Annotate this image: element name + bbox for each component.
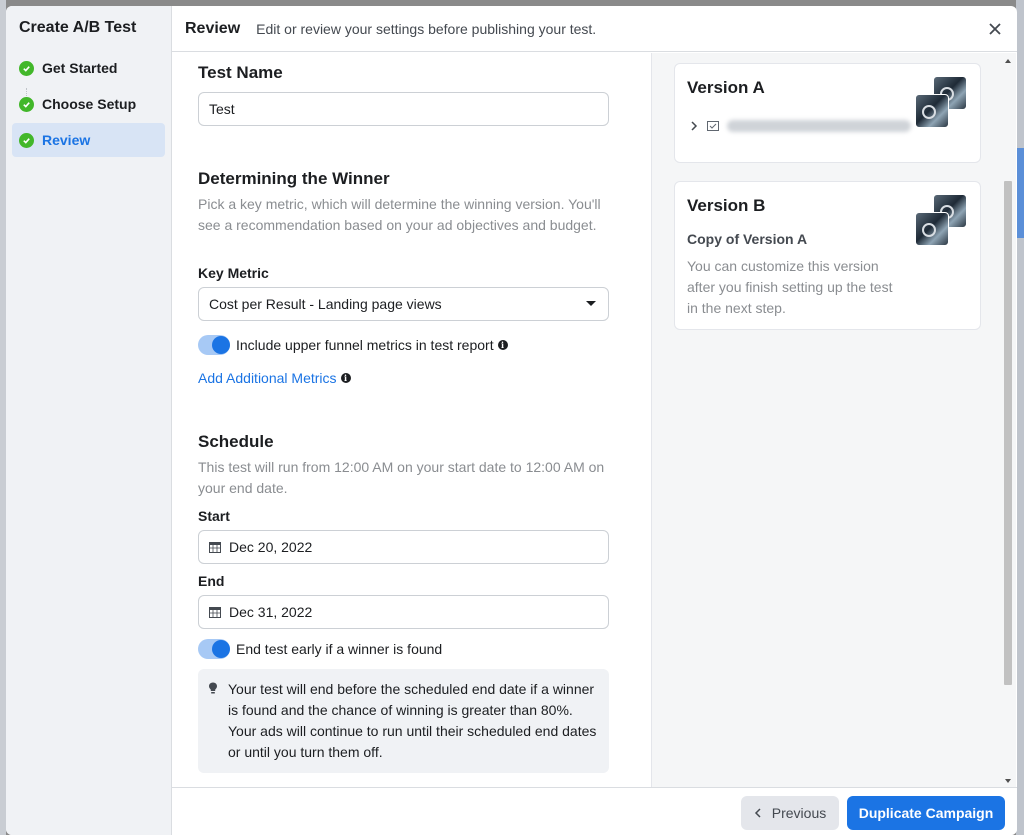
check-circle-icon bbox=[19, 60, 34, 76]
start-date-input[interactable]: Dec 20, 2022 bbox=[198, 530, 609, 564]
info-icon[interactable]: i bbox=[340, 373, 351, 383]
caret-down-icon bbox=[586, 301, 596, 306]
versions-panel: Version A Version B Copy of Version A Yo… bbox=[651, 53, 1016, 787]
schedule-description: This test will run from 12:00 AM on your… bbox=[198, 459, 605, 496]
step-choose-setup[interactable]: Choose Setup bbox=[12, 87, 165, 121]
calendar-icon bbox=[209, 607, 221, 618]
previous-label: Previous bbox=[771, 805, 827, 821]
tip-box: Your test will end before the scheduled … bbox=[198, 669, 609, 773]
upper-funnel-toggle[interactable] bbox=[198, 335, 230, 355]
add-metrics-link-row: Add Additional Metrics i bbox=[198, 370, 351, 386]
scroll-down-icon[interactable] bbox=[1004, 777, 1012, 785]
redacted-ad-name bbox=[727, 120, 911, 132]
modal-header: Review Edit or review your settings befo… bbox=[172, 6, 1017, 52]
lightbulb-icon bbox=[209, 682, 217, 694]
scroll-thumb[interactable] bbox=[1004, 181, 1012, 685]
version-b-card[interactable]: Version B Copy of Version A You can cust… bbox=[674, 181, 981, 330]
step-label: Choose Setup bbox=[42, 96, 137, 112]
ad-thumbnails bbox=[915, 76, 967, 128]
end-early-label: End test early if a winner is found bbox=[236, 641, 443, 657]
sidebar-title: Create A/B Test bbox=[19, 19, 137, 36]
add-additional-metrics-link[interactable]: Add Additional Metrics bbox=[198, 370, 337, 386]
schedule-title: Schedule bbox=[198, 432, 274, 451]
key-metric-select[interactable]: Cost per Result - Landing page views bbox=[198, 287, 609, 321]
end-date-value: Dec 31, 2022 bbox=[229, 604, 313, 620]
scrollbar[interactable] bbox=[1002, 53, 1014, 787]
test-name-title: Test Name bbox=[198, 63, 283, 82]
step-review[interactable]: Review bbox=[12, 123, 165, 157]
chevron-left-icon bbox=[754, 808, 761, 818]
winner-description: Pick a key metric, which will determine … bbox=[198, 196, 601, 233]
key-metric-label: Key Metric bbox=[198, 265, 269, 281]
tip-text: Your test will end before the scheduled … bbox=[228, 681, 597, 760]
version-b-subtitle: Copy of Version A bbox=[687, 231, 808, 247]
info-icon[interactable]: i bbox=[497, 340, 508, 350]
version-b-description: You can customize this version after you… bbox=[687, 258, 893, 316]
step-label: Get Started bbox=[42, 60, 118, 76]
page-title: Review bbox=[185, 19, 241, 37]
duplicate-campaign-button[interactable]: Duplicate Campaign bbox=[847, 796, 1005, 830]
end-early-toggle[interactable] bbox=[198, 639, 230, 659]
version-a-title: Version A bbox=[687, 78, 765, 97]
step-label: Review bbox=[42, 132, 91, 148]
key-metric-value: Cost per Result - Landing page views bbox=[209, 296, 442, 312]
duplicate-campaign-label: Duplicate Campaign bbox=[858, 805, 994, 821]
asset-row[interactable] bbox=[689, 120, 911, 132]
version-a-card[interactable]: Version A bbox=[674, 63, 981, 163]
test-name-input[interactable]: Test bbox=[198, 92, 609, 126]
upper-funnel-label: Include upper funnel metrics in test rep… bbox=[236, 337, 494, 353]
check-circle-icon bbox=[19, 96, 34, 112]
upper-funnel-row: Include upper funnel metrics in test rep… bbox=[198, 335, 508, 355]
end-label: End bbox=[198, 573, 225, 589]
check-circle-icon bbox=[19, 132, 34, 148]
page-subtitle: Edit or review your settings before publ… bbox=[256, 20, 597, 37]
version-b-title: Version B bbox=[687, 196, 766, 215]
review-form: Test Name Test Determining the Winner Pi… bbox=[172, 53, 651, 787]
end-early-row: End test early if a winner is found bbox=[198, 639, 442, 659]
ad-thumbnails bbox=[915, 194, 967, 246]
close-button[interactable] bbox=[985, 19, 1005, 39]
start-date-value: Dec 20, 2022 bbox=[229, 539, 313, 555]
ab-test-modal: Create A/B Test Get Started Choose Setup… bbox=[6, 6, 1017, 835]
step-get-started[interactable]: Get Started bbox=[12, 51, 165, 85]
steps-sidebar: Create A/B Test Get Started Choose Setup… bbox=[6, 6, 172, 835]
modal-footer: Previous Duplicate Campaign bbox=[172, 787, 1017, 835]
scroll-up-icon[interactable] bbox=[1004, 57, 1012, 65]
ad-icon bbox=[707, 121, 719, 131]
background-page-right bbox=[1016, 0, 1024, 835]
previous-button[interactable]: Previous bbox=[741, 796, 839, 830]
chevron-right-icon bbox=[691, 121, 698, 131]
start-label: Start bbox=[198, 508, 230, 524]
winner-title: Determining the Winner bbox=[198, 169, 390, 188]
calendar-icon bbox=[209, 542, 221, 553]
end-date-input[interactable]: Dec 31, 2022 bbox=[198, 595, 609, 629]
close-icon bbox=[989, 23, 1001, 35]
